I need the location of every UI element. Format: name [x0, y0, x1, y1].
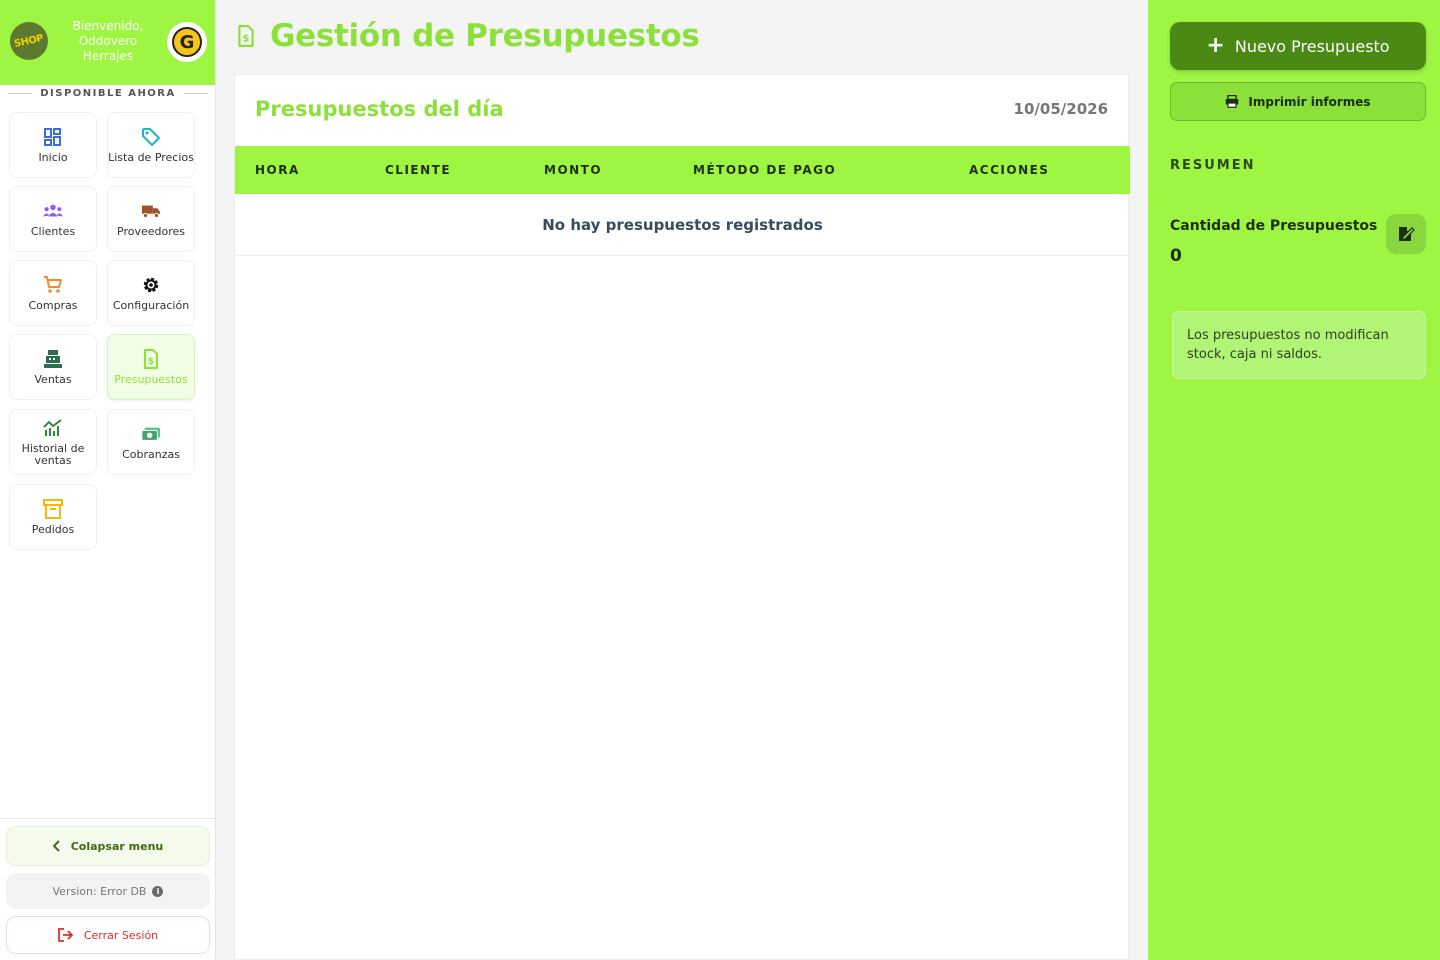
sidebar-item-proveedores[interactable]: Proveedores	[107, 186, 195, 252]
chevron-left-icon	[52, 840, 60, 852]
user-avatar[interactable]: G	[167, 22, 207, 62]
truck-icon	[141, 201, 161, 221]
edit-document-icon	[1386, 214, 1426, 254]
logout-button[interactable]: Cerrar Sesión	[6, 916, 210, 954]
printer-icon	[1226, 95, 1239, 108]
page-title-text: Gestión de Presupuestos	[270, 18, 700, 54]
page-title: $ Gestión de Presupuestos	[236, 18, 700, 54]
column-header-acciones[interactable]: ACCIONES	[969, 163, 1049, 177]
cash-register-icon	[43, 349, 63, 369]
logout-icon	[57, 928, 74, 942]
money-icon	[141, 424, 161, 444]
sidebar-header: SHOP Bienvenido, Oddovero Herrajes G	[0, 0, 215, 85]
welcome-text: Bienvenido, Oddovero Herrajes	[72, 19, 144, 63]
collapse-menu-button[interactable]: Colapsar menu	[6, 826, 210, 866]
svg-text:$: $	[243, 34, 250, 45]
cart-icon	[43, 275, 63, 295]
tag-icon	[141, 127, 161, 147]
avatar-logo-icon: G	[172, 27, 202, 57]
column-header-metodo-pago[interactable]: MÉTODO DE PAGO	[693, 163, 836, 177]
count-value: 0	[1170, 246, 1182, 266]
card-title: Presupuestos del día	[255, 97, 504, 121]
dashboard-icon	[43, 127, 63, 147]
sidebar-item-historial[interactable]: Historial de ventas	[9, 409, 97, 475]
info-note: Los presupuestos no modifican stock, caj…	[1172, 311, 1426, 379]
budgets-card: Presupuestos del día 10/05/2026 HORA CLI…	[234, 74, 1130, 960]
column-header-monto[interactable]: MONTO	[544, 163, 602, 177]
sidebar-item-ventas[interactable]: Ventas	[9, 334, 97, 400]
empty-state-row: No hay presupuestos registrados	[235, 194, 1130, 256]
sidebar-divider	[0, 818, 216, 819]
section-label: DISPONIBLE AHORA	[0, 86, 216, 100]
sidebar-item-clientes[interactable]: Clientes	[9, 186, 97, 252]
archive-icon	[43, 498, 63, 519]
brand-logo[interactable]: SHOP	[10, 22, 48, 60]
sidebar-item-pedidos[interactable]: Pedidos	[9, 484, 97, 550]
invoice-icon: $	[141, 348, 161, 369]
right-panel: + Nuevo Presupuesto Imprimir informes RE…	[1148, 0, 1440, 960]
info-icon[interactable]: i	[152, 885, 164, 897]
count-label: Cantidad de Presupuestos	[1170, 218, 1378, 234]
users-icon	[43, 201, 63, 221]
sidebar-item-lista-precios[interactable]: Lista de Precios	[107, 112, 195, 178]
table-header: HORA CLIENTE MONTO MÉTODO DE PAGO ACCION…	[235, 146, 1130, 194]
card-date: 10/05/2026	[1013, 100, 1108, 118]
column-header-hora[interactable]: HORA	[255, 163, 300, 177]
print-reports-button[interactable]: Imprimir informes	[1170, 82, 1426, 121]
sidebar-item-inicio[interactable]: Inicio	[9, 112, 97, 178]
invoice-icon: $	[238, 25, 254, 47]
svg-text:$: $	[148, 357, 154, 367]
sidebar-item-configuracion[interactable]: Configuración	[107, 260, 195, 326]
new-budget-button[interactable]: + Nuevo Presupuesto	[1170, 22, 1426, 70]
sidebar-item-cobranzas[interactable]: Cobranzas	[107, 409, 195, 475]
plus-icon: +	[1206, 33, 1225, 58]
version-info: Version: Error DB i	[6, 873, 210, 909]
gear-icon	[141, 275, 161, 295]
sidebar-item-compras[interactable]: Compras	[9, 260, 97, 326]
column-header-cliente[interactable]: CLIENTE	[385, 163, 451, 177]
summary-title: RESUMEN	[1170, 158, 1256, 173]
sidebar-item-presupuestos[interactable]: $ Presupuestos	[107, 334, 195, 400]
chart-icon	[43, 418, 63, 438]
sidebar: SHOP Bienvenido, Oddovero Herrajes G DIS…	[0, 0, 216, 960]
